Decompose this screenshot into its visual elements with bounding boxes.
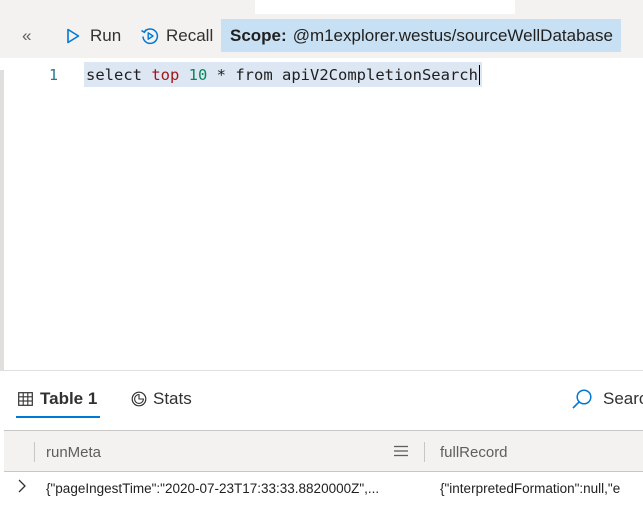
code-token-number: 10 (188, 65, 208, 84)
table-row[interactable]: {"pageIngestTime":"2020-07-23T17:33:33.8… (4, 472, 643, 505)
cell-runmeta[interactable]: {"pageIngestTime":"2020-07-23T17:33:33.8… (46, 472, 414, 505)
run-label: Run (90, 26, 122, 45)
run-button[interactable]: Run (66, 14, 121, 58)
column-divider[interactable] (424, 442, 425, 462)
top-tab-strip (0, 0, 643, 14)
query-toolbar: « Run Recall Scope: @m1explorer.westus/s… (0, 14, 643, 58)
stats-icon (131, 391, 147, 407)
play-icon (67, 28, 80, 44)
code-token-rest: * from apiV2CompletionSearch (207, 65, 478, 84)
scope-label: Scope: (230, 25, 287, 45)
recall-icon (141, 28, 159, 45)
tab-stats[interactable]: Stats (131, 371, 192, 427)
column-header-runmeta[interactable]: runMeta (46, 431, 101, 473)
text-cursor (478, 64, 481, 85)
collapse-panel-button[interactable]: « (22, 14, 40, 58)
tab-table-1[interactable]: Table 1 (18, 371, 97, 427)
column-menu-icon[interactable] (393, 443, 409, 459)
column-header-fullrecord[interactable]: fullRecord (440, 431, 508, 473)
recall-button[interactable]: Recall (140, 14, 213, 58)
cell-fullrecord[interactable]: {"interpretedFormation":null,"e (440, 472, 643, 505)
active-query-tab[interactable] (255, 0, 515, 14)
active-tab-indicator (16, 416, 100, 418)
editor-left-rail (0, 70, 4, 370)
results-grid-header: runMeta fullRecord (4, 430, 643, 472)
code-line[interactable]: select top 10 * from apiV2CompletionSear… (84, 62, 483, 87)
chevron-right-icon[interactable] (16, 478, 28, 494)
code-token-top: top (151, 65, 180, 84)
code-token-keyword: select (86, 65, 152, 84)
line-number: 1 (48, 66, 58, 84)
results-tabs: Table 1 Stats Search (0, 370, 643, 430)
scope-value: @m1explorer.westus/sourceWellDatabase (292, 25, 613, 45)
search-label: Search (603, 389, 643, 408)
recall-label: Recall (166, 26, 214, 45)
table-icon (18, 392, 33, 406)
scope-indicator[interactable]: Scope: @m1explorer.westus/sourceWellData… (221, 19, 621, 52)
results-search[interactable]: Search (571, 371, 643, 427)
search-icon (572, 389, 592, 409)
query-editor[interactable]: 1 select top 10 * from apiV2CompletionSe… (0, 58, 643, 370)
column-divider[interactable] (34, 442, 35, 462)
tab-table-label: Table 1 (40, 389, 98, 408)
tab-stats-label: Stats (153, 389, 192, 408)
